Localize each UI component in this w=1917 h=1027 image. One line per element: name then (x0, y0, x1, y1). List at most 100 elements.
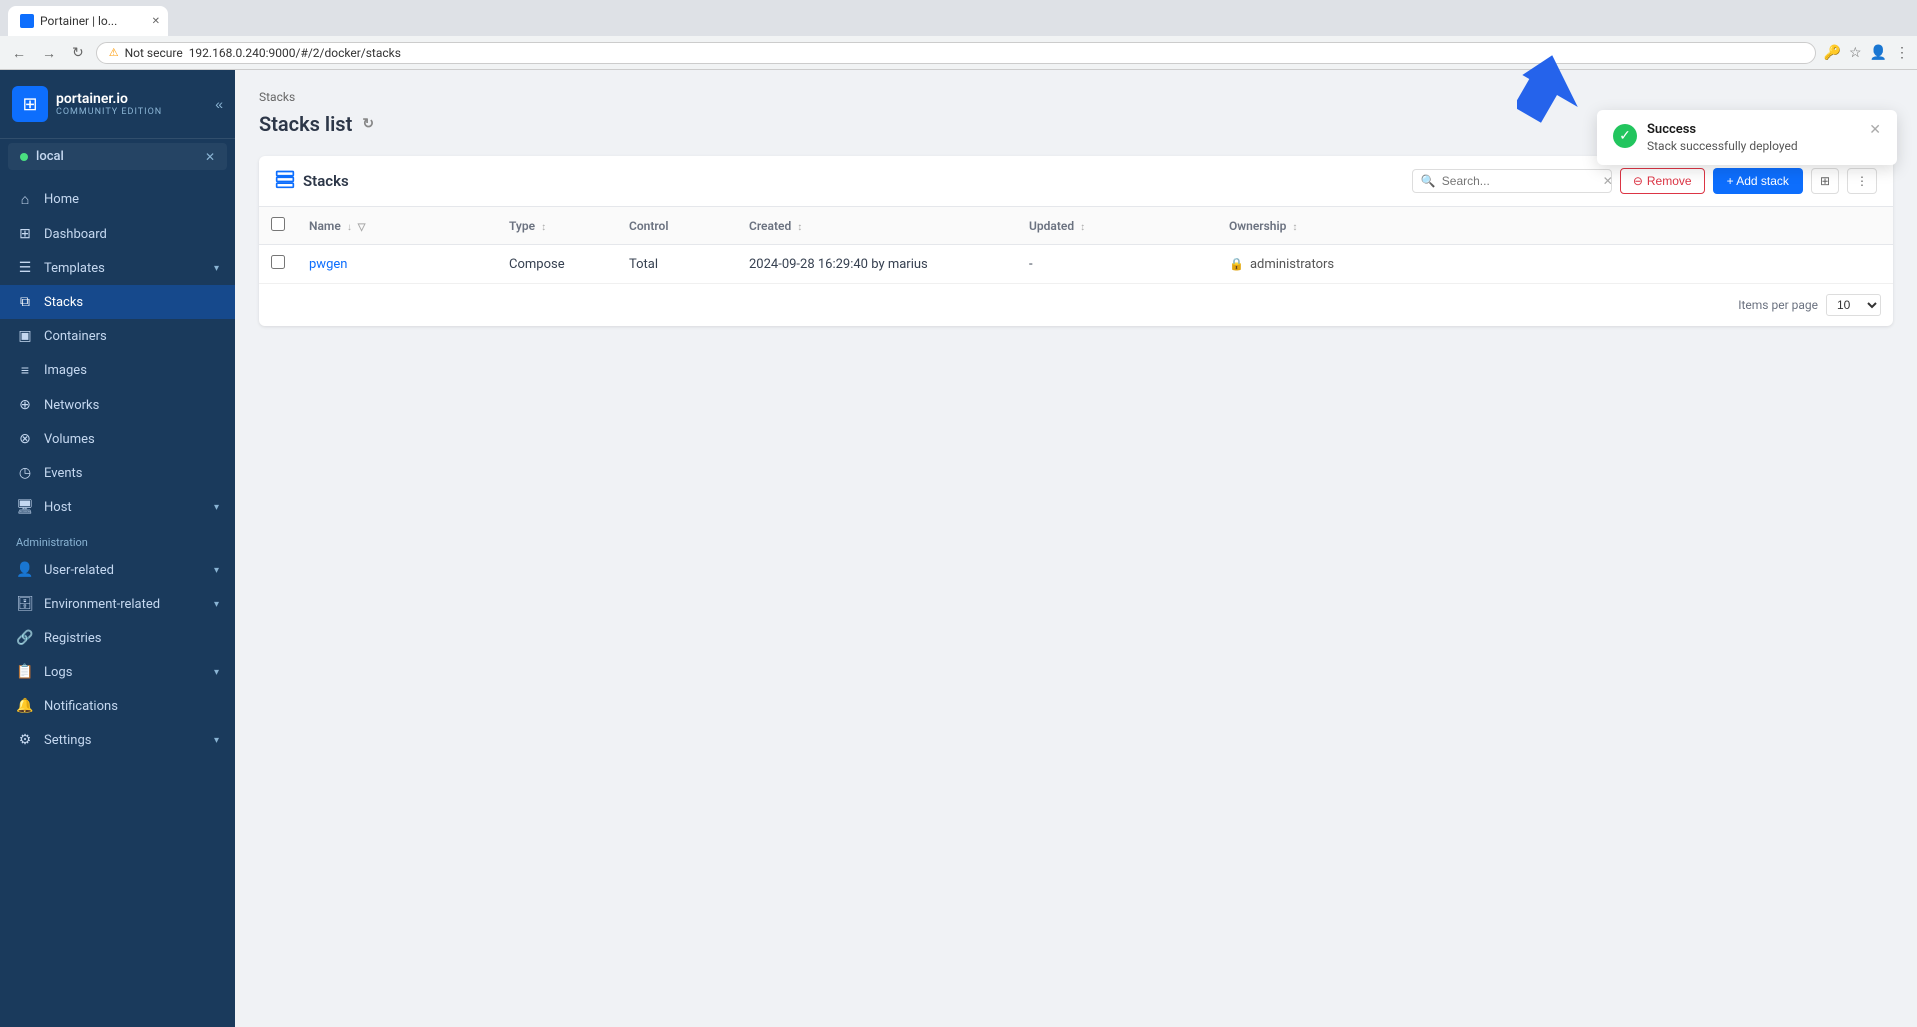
sidebar-label-registries: Registries (44, 631, 219, 646)
address-bar[interactable]: ⚠ Not secure 192.168.0.240:9000/#/2/dock… (96, 42, 1816, 64)
browser-tabs: Portainer | lo... ✕ (0, 0, 1917, 36)
templates-arrow-icon: ▾ (214, 263, 219, 274)
sidebar-item-stacks[interactable]: ⧉ Stacks (0, 285, 235, 319)
back-button[interactable]: ← (8, 43, 30, 63)
created-sort-icon[interactable]: ↕ (797, 222, 802, 233)
stack-name-link[interactable]: pwgen (309, 257, 347, 272)
sidebar-label-events: Events (44, 466, 219, 481)
clear-search-icon[interactable]: ✕ (1603, 174, 1613, 188)
search-input[interactable] (1442, 174, 1597, 188)
sidebar-item-containers[interactable]: ▣ Containers (0, 319, 235, 353)
ownership-text: administrators (1250, 257, 1334, 272)
toast-close-button[interactable]: ✕ (1869, 122, 1881, 136)
sidebar-item-networks[interactable]: ⊕ Networks (0, 388, 235, 422)
address-text: 192.168.0.240:9000/#/2/docker/stacks (189, 46, 401, 60)
sidebar-item-volumes[interactable]: ⊗ Volumes (0, 422, 235, 456)
breadcrumb: Stacks (259, 90, 1893, 104)
menu-icon[interactable]: ⋮ (1895, 45, 1909, 61)
type-sort-icon[interactable]: ↕ (541, 222, 546, 233)
forward-button[interactable]: → (38, 43, 60, 63)
containers-icon: ▣ (16, 328, 34, 344)
events-icon: ◷ (16, 465, 34, 481)
ownership-sort-icon[interactable]: ↕ (1292, 222, 1297, 233)
sidebar-label-logs: Logs (44, 665, 204, 680)
header-updated: Updated ↕ (1017, 207, 1217, 245)
ownership-content: 🔒 administrators (1229, 257, 1881, 272)
sidebar-collapse-button[interactable]: « (215, 96, 223, 112)
name-sort-icon[interactable]: ↓ (347, 222, 352, 233)
sidebar-label-dashboard: Dashboard (44, 227, 219, 242)
tab-close-button[interactable]: ✕ (152, 16, 160, 27)
environment-name: local (36, 149, 197, 164)
app-layout: ⊞ portainer.io COMMUNITY EDITION « local… (0, 70, 1917, 1027)
environment-close-button[interactable]: ✕ (205, 150, 215, 164)
updated-sort-icon[interactable]: ↕ (1080, 222, 1085, 233)
logo-sub-text: COMMUNITY EDITION (56, 107, 162, 117)
row-created-cell: 2024-09-28 16:29:40 by marius (737, 245, 1017, 284)
sidebar-label-host: Host (44, 500, 204, 515)
sidebar-item-user-related[interactable]: 👤 User-related ▾ (0, 553, 235, 587)
host-icon: 🖥 (16, 499, 34, 515)
name-filter-icon[interactable]: ▽ (358, 222, 366, 233)
sidebar-item-notifications[interactable]: 🔔 Notifications (0, 689, 235, 723)
table-view-button[interactable]: ⊞ (1811, 168, 1839, 194)
more-options-button[interactable]: ⋮ (1847, 168, 1877, 194)
dashboard-icon: ⊞ (16, 226, 34, 242)
sidebar-item-registries[interactable]: 🔗 Registries (0, 621, 235, 655)
sidebar-item-home[interactable]: ⌂ Home (0, 182, 235, 217)
sidebar-item-dashboard[interactable]: ⊞ Dashboard (0, 217, 235, 251)
page-title-text: Stacks list (259, 112, 352, 136)
sidebar-item-images[interactable]: ≡ Images (0, 353, 235, 388)
refresh-icon[interactable]: ↻ (362, 116, 374, 132)
select-all-checkbox[interactable] (271, 217, 285, 231)
sidebar-label-stacks: Stacks (44, 295, 219, 310)
bookmark-icon[interactable]: ☆ (1849, 45, 1862, 61)
table-footer: Items per page 10 25 50 100 (259, 284, 1893, 326)
items-per-page-label: Items per page (1738, 298, 1818, 312)
profile-icon[interactable]: 👤 (1870, 45, 1887, 61)
sidebar-item-host[interactable]: 🖥 Host ▾ (0, 490, 235, 524)
sidebar-label-images: Images (44, 363, 219, 378)
header-name: Name ↓ ▽ (297, 207, 497, 245)
toast-success-icon: ✓ (1613, 124, 1637, 148)
environment-related-arrow-icon: ▾ (214, 599, 219, 610)
stacks-icon: ⧉ (16, 294, 34, 310)
browser-chrome: Portainer | lo... ✕ ← → ↻ ⚠ Not secure 1… (0, 0, 1917, 70)
sidebar-item-logs[interactable]: 📋 Logs ▾ (0, 655, 235, 689)
items-per-page-select[interactable]: 10 25 50 100 (1826, 294, 1881, 316)
images-icon: ≡ (16, 362, 34, 379)
notifications-icon: 🔔 (16, 698, 34, 714)
add-stack-label: + Add stack (1727, 174, 1789, 188)
browser-tab[interactable]: Portainer | lo... ✕ (8, 6, 168, 36)
sidebar-label-notifications: Notifications (44, 699, 219, 714)
sidebar-item-events[interactable]: ◷ Events (0, 456, 235, 490)
sidebar-item-templates[interactable]: ☰ Templates ▾ (0, 251, 235, 285)
reload-button[interactable]: ↻ (68, 42, 88, 63)
remove-icon: ⊖ (1633, 174, 1643, 188)
add-stack-button[interactable]: + Add stack (1713, 168, 1803, 194)
row-control-cell: Total (617, 245, 737, 284)
browser-toolbar: ← → ↻ ⚠ Not secure 192.168.0.240:9000/#/… (0, 36, 1917, 70)
templates-icon: ☰ (16, 260, 34, 276)
header-ownership: Ownership ↕ (1217, 207, 1893, 245)
administration-section-title: Administration (0, 524, 235, 553)
table-header: Name ↓ ▽ Type ↕ Control Created ↕ (259, 207, 1893, 245)
sidebar-item-settings[interactable]: ⚙ Settings ▾ (0, 723, 235, 757)
security-icon: ⚠ (109, 46, 119, 59)
ownership-icon: 🔒 (1229, 257, 1244, 271)
toast-title: Success (1647, 122, 1859, 137)
logo-icon: ⊞ (12, 86, 48, 122)
sidebar-item-environment-related[interactable]: 🗄 Environment-related ▾ (0, 587, 235, 621)
row-type-cell: Compose (497, 245, 617, 284)
row-checkbox[interactable] (271, 255, 285, 269)
header-created: Created ↕ (737, 207, 1017, 245)
panel-title: Stacks (275, 169, 1402, 193)
row-name-cell: pwgen (297, 245, 497, 284)
volumes-icon: ⊗ (16, 431, 34, 447)
remove-button[interactable]: ⊖ Remove (1620, 168, 1705, 194)
panel-title-text: Stacks (303, 172, 349, 190)
home-icon: ⌂ (16, 191, 34, 208)
user-related-icon: 👤 (16, 562, 34, 578)
sidebar-label-containers: Containers (44, 329, 219, 344)
password-icon[interactable]: 🔑 (1824, 45, 1841, 61)
